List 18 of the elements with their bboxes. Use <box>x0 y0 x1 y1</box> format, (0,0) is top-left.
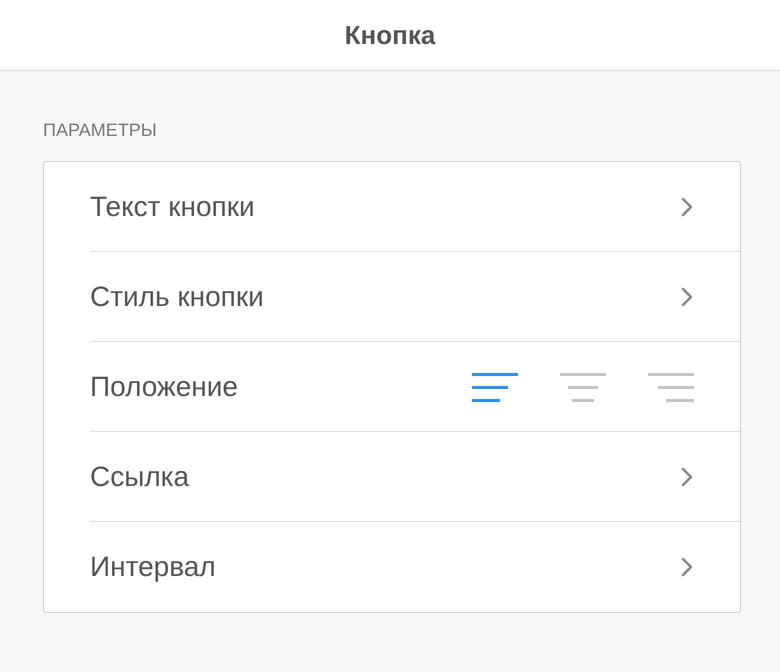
page-title: Кнопка <box>344 18 436 52</box>
row-label: Положение <box>90 370 239 404</box>
settings-row[interactable]: Ссылка <box>90 432 740 522</box>
section-label: ПАРАМЕТРЫ <box>43 119 158 141</box>
chevron-right-icon <box>680 466 694 488</box>
row-label: Интервал <box>90 550 217 584</box>
settings-row[interactable]: Интервал <box>90 522 740 612</box>
settings-row[interactable]: Стиль кнопки <box>90 252 740 342</box>
row-label: Стиль кнопки <box>90 280 265 314</box>
align-center-button[interactable] <box>560 370 606 402</box>
row-label: Ссылка <box>90 460 190 494</box>
chevron-right-icon <box>680 286 694 308</box>
chevron-right-icon <box>680 196 694 218</box>
chevron-right-icon <box>680 556 694 578</box>
settings-row[interactable]: Текст кнопки <box>90 162 740 252</box>
align-left-button[interactable] <box>472 370 518 402</box>
align-right-button[interactable] <box>648 370 694 402</box>
row-label: Текст кнопки <box>90 190 256 224</box>
